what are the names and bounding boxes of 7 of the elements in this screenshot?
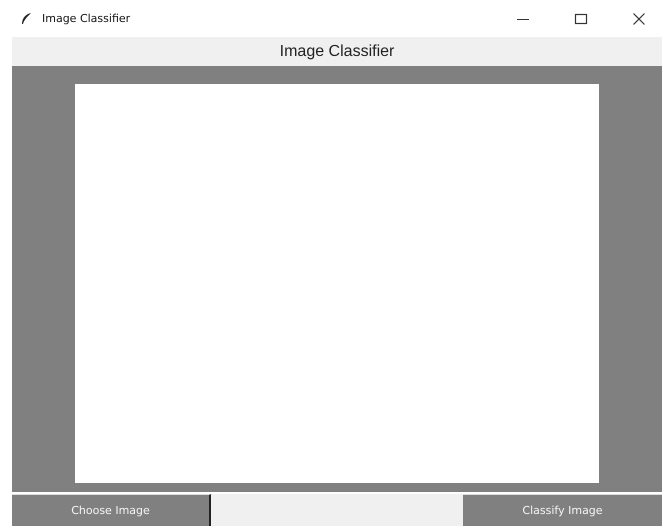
app-heading: Image Classifier — [280, 42, 394, 60]
maximize-icon[interactable] — [574, 12, 588, 26]
action-button[interactable]: Classify Image — [463, 494, 662, 526]
action-button[interactable]: Choose Image — [12, 494, 211, 526]
feather-icon — [20, 12, 32, 26]
close-icon[interactable] — [632, 12, 646, 26]
window-title: Image Classifier — [42, 12, 130, 25]
